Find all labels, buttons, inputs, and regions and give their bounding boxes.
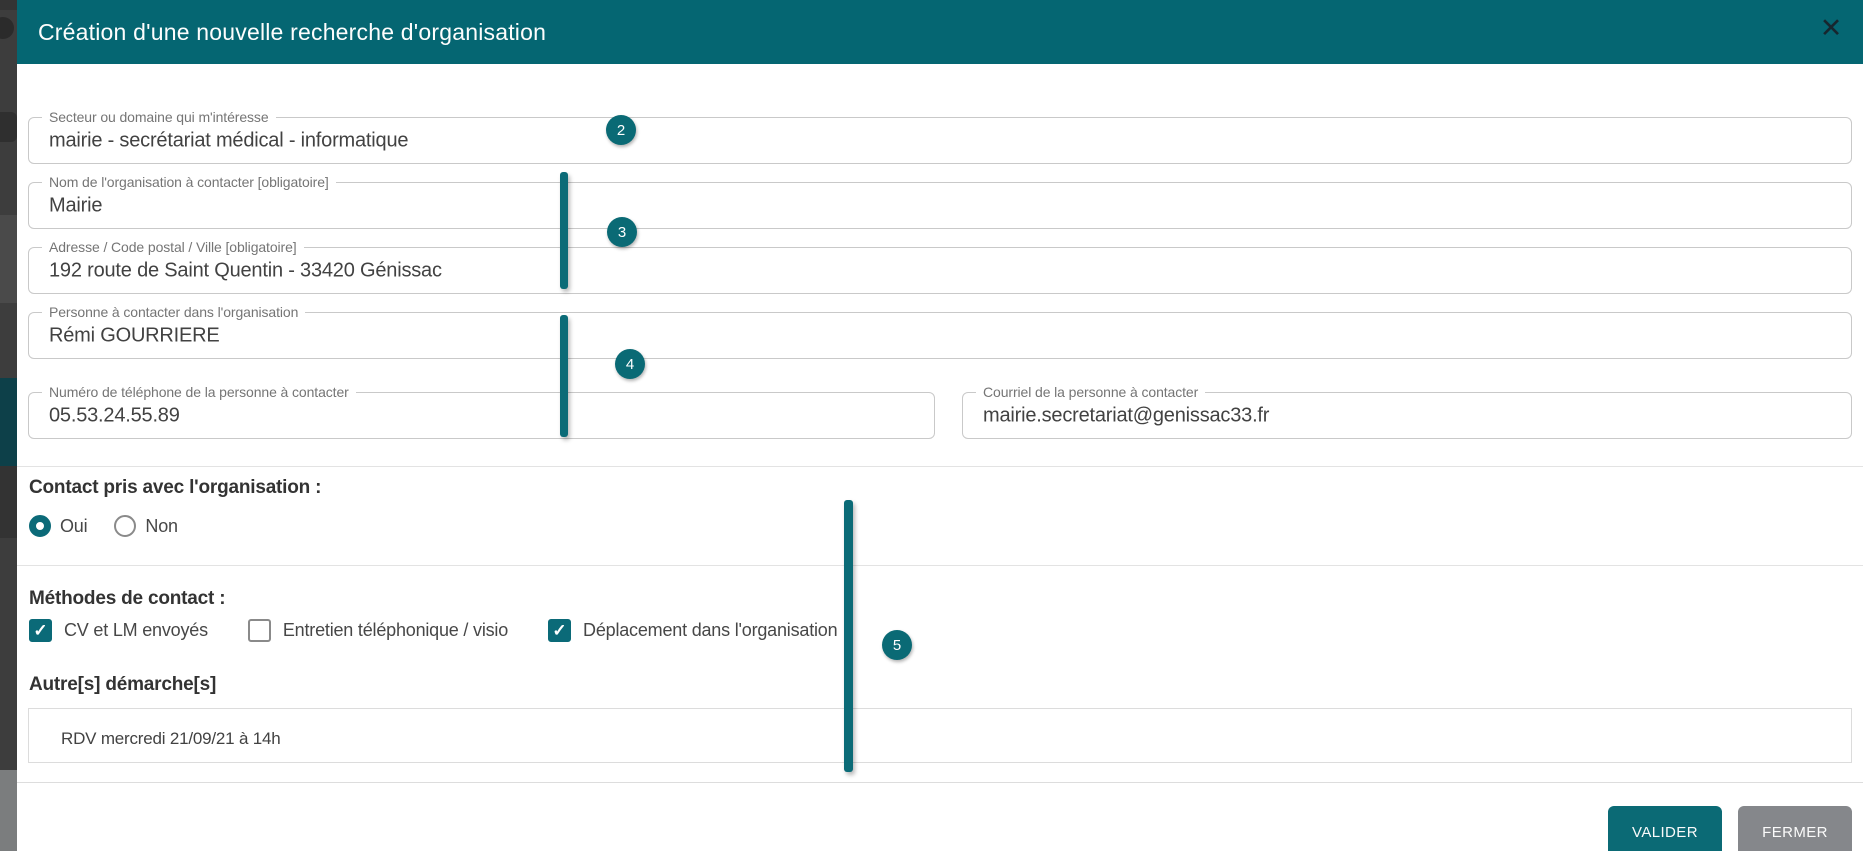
annotation-bar-3 <box>560 172 568 289</box>
methods-section-heading: Méthodes de contact : <box>29 588 225 610</box>
checkbox-option-label: Entretien téléphonique / visio <box>283 620 508 641</box>
contact-person-label: Personne à contacter dans l'organisation <box>42 304 305 320</box>
background-fragment <box>0 17 14 39</box>
checkbox-checked-icon[interactable]: ✓ <box>29 619 52 642</box>
background-fragment <box>0 466 17 538</box>
address-field-label: Adresse / Code postal / Ville [obligatoi… <box>42 239 304 255</box>
address-field[interactable]: Adresse / Code postal / Ville [obligatoi… <box>28 247 1852 294</box>
email-field-label: Courriel de la personne à contacter <box>976 384 1205 400</box>
radio-unselected-icon[interactable] <box>114 515 136 537</box>
other-steps-textarea[interactable]: RDV mercredi 21/09/21 à 14h <box>28 708 1852 763</box>
checkbox-unchecked-icon[interactable] <box>248 619 271 642</box>
annotation-badge-3: 3 <box>607 217 637 247</box>
annotation-badge-4: 4 <box>615 349 645 379</box>
organization-name-value: Mairie <box>49 194 102 217</box>
organization-name-field[interactable]: Nom de l'organisation à contacter [oblig… <box>28 182 1852 229</box>
radio-option-label: Non <box>145 516 177 537</box>
contact-person-field[interactable]: Personne à contacter dans l'organisation… <box>28 312 1852 359</box>
section-divider <box>17 565 1863 566</box>
create-organization-search-dialog: Création d'une nouvelle recherche d'orga… <box>17 0 1863 851</box>
background-fragment <box>0 112 17 142</box>
contact-section-heading: Contact pris avec l'organisation : <box>29 477 321 499</box>
section-divider <box>17 466 1863 467</box>
phone-field-value: 05.53.24.55.89 <box>49 404 180 427</box>
background-fragment <box>0 215 17 303</box>
other-steps-value: RDV mercredi 21/09/21 à 14h <box>61 729 281 749</box>
phone-field-label: Numéro de téléphone de la personne à con… <box>42 384 356 400</box>
close-button[interactable]: FERMER <box>1738 806 1852 851</box>
radio-option-oui[interactable]: Oui <box>29 515 87 537</box>
phone-field[interactable]: Numéro de téléphone de la personne à con… <box>28 392 935 439</box>
email-field[interactable]: Courriel de la personne à contacter mair… <box>962 392 1852 439</box>
annotation-bar-5 <box>844 500 853 772</box>
radio-selected-icon[interactable] <box>29 515 51 537</box>
email-field-value: mairie.secretariat@genissac33.fr <box>983 404 1269 427</box>
sector-field[interactable]: Secteur ou domaine qui m'intéresse mairi… <box>28 117 1852 164</box>
background-fragment <box>0 0 17 10</box>
dialog-title: Création d'une nouvelle recherche d'orga… <box>38 19 546 46</box>
checkbox-checked-icon[interactable]: ✓ <box>548 619 571 642</box>
organization-name-label: Nom de l'organisation à contacter [oblig… <box>42 174 336 190</box>
background-fragment <box>0 378 17 466</box>
dialog-header: Création d'une nouvelle recherche d'orga… <box>17 0 1863 64</box>
background-page-strip <box>0 0 17 851</box>
radio-option-label: Oui <box>60 516 87 537</box>
sector-field-value: mairie - secrétariat médical - informati… <box>49 129 408 152</box>
address-field-value: 192 route de Saint Quentin - 33420 Génis… <box>49 259 442 282</box>
checkbox-option-label: CV et LM envoyés <box>64 620 208 641</box>
checkbox-option-cv-lm[interactable]: ✓ CV et LM envoyés <box>29 619 208 642</box>
contact-radio-group: Oui Non <box>29 515 178 537</box>
methods-checkbox-group: ✓ CV et LM envoyés Entretien téléphoniqu… <box>29 619 877 642</box>
checkbox-option-entretien[interactable]: Entretien téléphonique / visio <box>248 619 508 642</box>
other-section-heading: Autre[s] démarche[s] <box>29 674 216 696</box>
validate-button[interactable]: VALIDER <box>1608 806 1722 851</box>
sector-field-label: Secteur ou domaine qui m'intéresse <box>42 109 276 125</box>
close-icon[interactable]: ✕ <box>1813 10 1849 46</box>
checkbox-option-deplacement[interactable]: ✓ Déplacement dans l'organisation <box>548 619 837 642</box>
checkbox-option-label: Déplacement dans l'organisation <box>583 620 837 641</box>
contact-person-value: Rémi GOURRIERE <box>49 324 220 347</box>
footer-divider <box>17 782 1863 783</box>
annotation-bar-4 <box>560 315 568 437</box>
annotation-badge-2: 2 <box>606 115 636 145</box>
radio-option-non[interactable]: Non <box>114 515 177 537</box>
background-fragment <box>0 770 17 851</box>
annotation-badge-5: 5 <box>882 630 912 660</box>
